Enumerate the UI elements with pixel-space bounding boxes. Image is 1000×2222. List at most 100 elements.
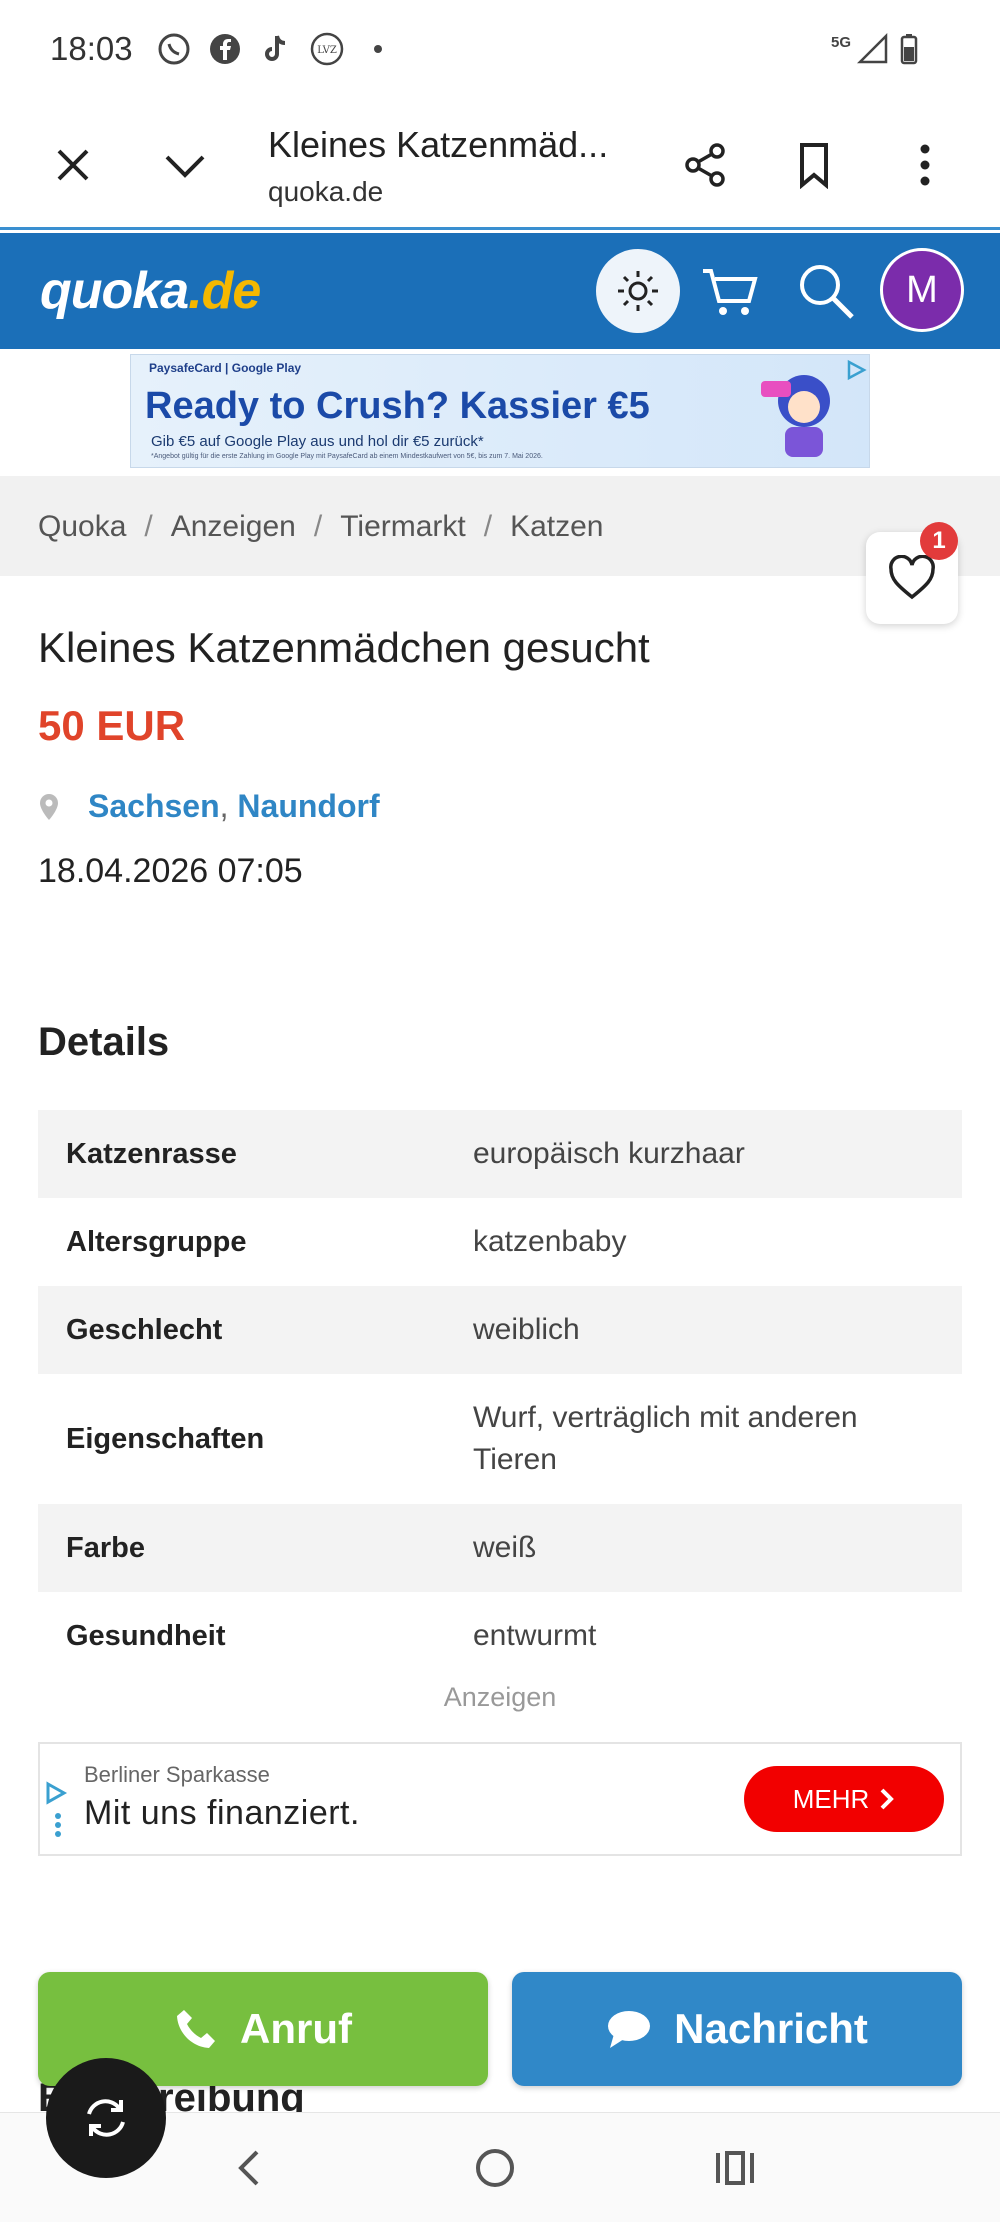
location-region-link[interactable]: Sachsen [88,788,220,824]
rotate-screen-button[interactable] [46,2058,166,2178]
details-value: weiß [473,1531,537,1564]
status-bar: 18:03 LVZ 5G [0,0,1000,100]
phone-icon [177,2010,215,2048]
details-table: Katzenrasse europäisch kurzhaar Altersgr… [38,1110,962,1680]
breadcrumb-item-tiermarkt[interactable]: Tiermarkt [340,510,466,544]
details-row: Katzenrasse europäisch kurzhaar [38,1110,962,1198]
text-ad-advertiser: Berliner Sparkasse [84,1762,270,1787]
breadcrumb-separator: / [144,510,153,543]
close-icon [57,149,89,181]
search-button[interactable] [792,257,860,325]
details-value: katzenbaby [473,1225,627,1258]
whatsapp-icon [158,33,190,65]
svg-text:LVZ: LVZ [317,45,337,56]
nav-recents-button[interactable] [705,2138,765,2198]
details-value: europäisch kurzhaar [473,1137,745,1170]
adchoices-icon[interactable] [44,1780,70,1840]
adchoices-icon[interactable] [845,359,867,381]
ad-banner-headline: Ready to Crush? Kassier €5 [145,385,650,427]
cart-icon [703,269,758,315]
details-key: Katzenrasse [66,1137,237,1170]
listing-date: 18.04.2026 07:05 [38,852,303,890]
text-ad-more-label: MEHR [792,1783,870,1814]
listing-title: Kleines Katzenmädchen gesucht [38,624,650,671]
share-button[interactable] [670,130,740,200]
battery-icon [900,34,918,65]
recents-icon [716,2151,754,2185]
browser-toolbar: Kleines Katzenmäd... quoka.de [0,100,1000,230]
ad-banner-brand: PaysafeCard | Google Play [149,361,302,375]
listing-location: Sachsen, Naundorf [38,788,380,825]
logo-tld: .de [188,262,261,320]
details-key: Eigenschaften [66,1422,265,1455]
details-row: Gesundheit entwurmt [38,1592,962,1680]
listing-price: 50 EUR [38,702,186,749]
page-title: Kleines Katzenmäd... [268,124,609,165]
site-header: quoka.de M [0,233,1000,349]
details-row: Geschlecht weiblich [38,1286,962,1374]
nav-back-button[interactable] [220,2138,280,2198]
breadcrumb-item-quoka[interactable]: Quoka [38,510,126,544]
rotate-icon [87,2099,125,2137]
ads-label: Anzeigen [443,1682,557,1712]
details-row: Eigenschaften Wurf, verträglich mit ande… [38,1374,962,1504]
chevron-right-icon [880,1788,895,1810]
minimize-button[interactable] [150,130,220,200]
theme-toggle-button[interactable] [596,249,680,333]
network-type: 5G [831,34,852,51]
details-key: Gesundheit [66,1619,226,1652]
details-key: Geschlecht [66,1313,223,1346]
details-heading: Details [38,1020,170,1064]
location-pin-icon [40,793,58,820]
more-options-button[interactable] [890,130,960,200]
logo-main: quoka [40,262,189,320]
details-value: weiblich [473,1313,580,1346]
ad-banner-subline: Gib €5 auf Google Play aus und hol dir €… [151,433,484,450]
breadcrumb: Quoka / Anzeigen / Tiermarkt / Katzen [0,476,1000,576]
details-key: Farbe [66,1531,145,1564]
text-ad[interactable]: Berliner Sparkasse Mit uns finanziert. M… [38,1742,962,1856]
heart-icon [889,555,935,600]
ad-character-illustration [761,375,830,457]
breadcrumb-item-anzeigen[interactable]: Anzeigen [171,510,296,544]
lvz-icon: LVZ [310,32,344,66]
details-key: Altersgruppe [66,1225,247,1258]
nav-home-button[interactable] [465,2138,525,2198]
call-button-label: Anruf [240,2005,352,2052]
user-avatar[interactable]: M [880,248,964,332]
dot-icon [374,45,382,53]
tiktok-icon [265,35,286,61]
chat-bubble-icon [608,2011,651,2048]
share-icon [685,143,725,187]
signal-icon [856,32,888,64]
details-row: Farbe weiß [38,1504,962,1592]
message-button-label: Nachricht [674,2005,868,2052]
ad-banner-fineprint: *Angebot gültig für die erste Zahlung im… [151,453,543,460]
sun-icon [618,271,658,311]
location-city-link[interactable]: Naundorf [237,788,379,824]
text-ad-more-button[interactable]: MEHR [744,1766,944,1832]
bookmark-icon [800,143,828,189]
back-icon [238,2150,259,2186]
message-button[interactable]: Nachricht [512,1972,962,2086]
breadcrumb-separator: / [313,510,323,543]
details-value: Wurf, verträglich mit anderen Tieren [473,1401,858,1476]
facebook-icon [210,34,240,64]
search-icon [800,265,854,319]
breadcrumb-separator: / [483,510,493,543]
cart-button[interactable] [695,257,763,325]
more-vert-icon [920,144,930,186]
details-row: Altersgruppe katzenbaby [38,1198,962,1286]
breadcrumb-item-katzen[interactable]: Katzen [510,510,603,544]
details-value: entwurmt [473,1619,597,1652]
chevron-down-icon [165,155,205,178]
ad-banner[interactable]: PaysafeCard | Google Play Ready to Crush… [130,354,870,468]
text-ad-text: Mit uns finanziert. [84,1794,360,1832]
page-domain: quoka.de [268,176,384,207]
close-tab-button[interactable] [38,130,108,200]
site-logo[interactable]: quoka.de [40,261,261,321]
home-circle-icon [476,2149,514,2187]
status-time: 18:03 [50,30,133,67]
location-comma: , [219,788,238,824]
bookmark-button[interactable] [779,130,849,200]
